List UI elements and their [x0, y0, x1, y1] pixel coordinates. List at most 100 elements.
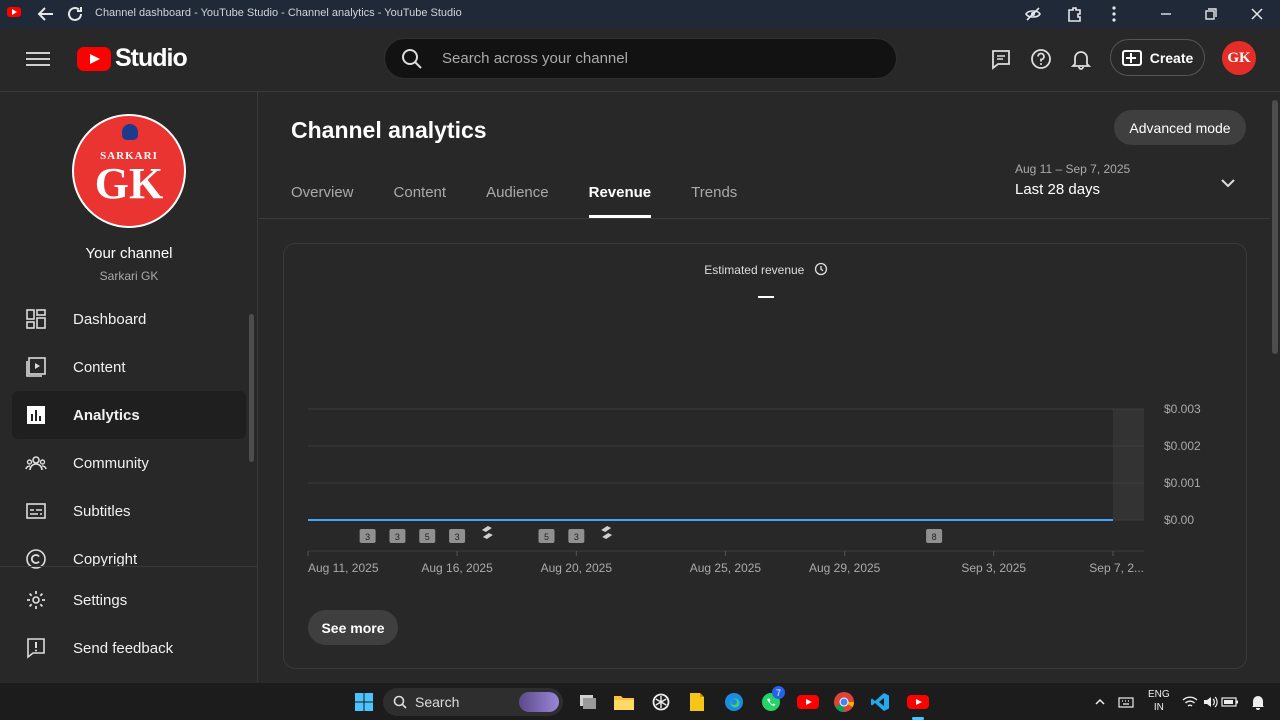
advanced-mode-button[interactable]: Advanced mode — [1114, 110, 1246, 145]
date-range-picker[interactable]: Aug 11 – Sep 7, 2025 Last 28 days — [1015, 162, 1130, 198]
file-explorer-icon[interactable] — [612, 690, 636, 714]
y-tick-label: $0.003 — [1164, 402, 1201, 416]
language-indicator[interactable]: ENG IN — [1148, 688, 1170, 714]
x-tick-label: Sep 3, 2025 — [961, 561, 1026, 575]
menu-icon[interactable] — [26, 48, 50, 72]
search-highlight-icon — [519, 692, 559, 712]
revenue-chart-card: Estimated revenue $0.003 $0.002 $0.001 $0.0… — [283, 243, 1247, 669]
sidebar-item-analytics[interactable]: Analytics — [12, 391, 246, 439]
sidebar-scrollbar[interactable] — [249, 314, 254, 462]
studio-header: Studio Create GK — [0, 28, 1280, 92]
tab-content[interactable]: Content — [394, 184, 447, 218]
vscode-icon[interactable] — [868, 690, 892, 714]
tab-audience[interactable]: Audience — [486, 184, 549, 218]
youtube-studio-app-icon[interactable] — [906, 690, 930, 720]
analytics-icon — [24, 403, 48, 427]
reload-icon[interactable] — [64, 3, 86, 25]
chevron-down-icon[interactable] — [1219, 174, 1237, 192]
whatsapp-icon[interactable]: 7 — [759, 686, 785, 714]
keyboard-icon[interactable] — [1114, 690, 1138, 714]
restore-icon[interactable] — [1200, 3, 1222, 25]
tabs-divider — [259, 218, 1270, 219]
whatsapp-badge: 7 — [772, 686, 785, 699]
feedback-chat-icon[interactable] — [988, 46, 1014, 72]
dashboard-icon — [24, 307, 48, 331]
subtitles-icon — [24, 499, 48, 523]
see-more-button[interactable]: See more — [308, 610, 398, 645]
taskbar-search-icon — [393, 695, 407, 709]
x-tick-label: Aug 16, 2025 — [421, 561, 493, 575]
create-button[interactable]: Create — [1110, 39, 1205, 76]
windows-start-icon[interactable] — [352, 690, 376, 714]
community-icon — [24, 451, 48, 475]
sidebar: SARKARI GK Your channel Sarkari GK Dashb… — [0, 92, 258, 682]
partial-day-shade — [1113, 409, 1144, 520]
window-title: Channel dashboard - YouTube Studio - Cha… — [95, 7, 462, 19]
chatgpt-icon[interactable] — [649, 690, 673, 714]
channel-avatar[interactable]: SARKARI GK — [72, 114, 186, 228]
x-tick-label: Aug 11, 2025 — [308, 561, 379, 575]
browser-titlebar: Channel dashboard - YouTube Studio - Cha… — [0, 0, 1280, 28]
notes-app-icon[interactable] — [685, 690, 709, 714]
x-tick-label: Aug 29, 2025 — [809, 561, 881, 575]
analytics-tabs: Overview Content Audience Revenue Trends — [291, 184, 777, 218]
sidebar-item-settings[interactable]: Settings — [12, 576, 246, 624]
y-tick-label: $0.00 — [1164, 513, 1194, 527]
search-input[interactable] — [442, 50, 842, 67]
revenue-line-chart[interactable]: $0.003$0.002$0.001$0.003 3 5 3 5 3 8Aug 11, 20… — [284, 244, 1248, 604]
sidebar-item-subtitles[interactable]: Subtitles — [12, 487, 246, 535]
tab-overview[interactable]: Overview — [291, 184, 354, 218]
youtube-favicon — [7, 7, 21, 17]
battery-icon[interactable] — [1218, 690, 1242, 714]
chrome-icon[interactable] — [832, 690, 856, 714]
content-icon — [24, 355, 48, 379]
task-view-icon[interactable] — [576, 690, 600, 714]
sidebar-item-content[interactable]: Content — [12, 343, 246, 391]
sidebar-nav: Dashboard Content Analytics Community Su… — [12, 295, 246, 583]
minimize-icon[interactable] — [1155, 3, 1177, 25]
edge-browser-icon[interactable] — [722, 690, 746, 714]
x-tick-label: Aug 20, 2025 — [541, 561, 613, 575]
chevron-up-icon[interactable] — [1088, 690, 1112, 714]
notifications-bell-icon[interactable] — [1068, 46, 1094, 72]
sidebar-item-send-feedback[interactable]: Send feedback — [12, 624, 246, 672]
channel-title: Your channel — [85, 245, 173, 262]
date-range-dates: Aug 11 – Sep 7, 2025 — [1015, 162, 1131, 176]
eye-off-icon[interactable] — [1022, 3, 1044, 25]
page-title: Channel analytics — [291, 117, 487, 143]
date-range-label: Last 28 days — [1015, 181, 1101, 198]
upload-marker-count: 5 — [425, 532, 430, 542]
upload-marker-count: 3 — [395, 532, 400, 542]
x-tick-label: Sep 7, 2... — [1089, 561, 1144, 575]
create-plus-icon — [1121, 49, 1142, 66]
help-icon[interactable] — [1028, 46, 1054, 72]
sidebar-divider — [0, 566, 258, 567]
main-scrollbar[interactable] — [1272, 100, 1278, 354]
notification-center-icon[interactable] — [1246, 690, 1270, 714]
upload-marker-count: 3 — [574, 532, 579, 542]
more-vert-icon[interactable] — [1103, 3, 1125, 25]
tab-trends[interactable]: Trends — [691, 184, 737, 218]
upload-marker-count: 3 — [455, 532, 460, 542]
back-arrow-icon[interactable] — [35, 3, 57, 25]
sidebar-item-community[interactable]: Community — [12, 439, 246, 487]
upload-marker-count: 5 — [544, 532, 549, 542]
copyright-icon — [24, 547, 48, 571]
extensions-icon[interactable] — [1064, 3, 1086, 25]
tab-revenue[interactable]: Revenue — [588, 184, 651, 218]
studio-logo[interactable]: Studio — [77, 44, 188, 73]
search-icon — [402, 48, 422, 69]
y-tick-label: $0.001 — [1164, 476, 1201, 490]
search-bar[interactable] — [384, 38, 897, 79]
youtube-app-icon[interactable] — [796, 690, 820, 714]
windows-taskbar: Search 7 ENG IN — [0, 682, 1280, 720]
taskbar-search[interactable]: Search — [383, 688, 563, 716]
channel-name: Sarkari GK — [99, 269, 159, 283]
shorts-marker-icon — [601, 526, 613, 539]
sidebar-item-dashboard[interactable]: Dashboard — [12, 295, 246, 343]
upload-marker-count: 3 — [365, 532, 370, 542]
sidebar-bottom-nav: Settings Send feedback — [12, 576, 246, 672]
account-avatar[interactable]: GK — [1222, 41, 1256, 75]
x-tick-label: Aug 25, 2025 — [690, 561, 762, 575]
close-icon[interactable] — [1246, 3, 1268, 25]
